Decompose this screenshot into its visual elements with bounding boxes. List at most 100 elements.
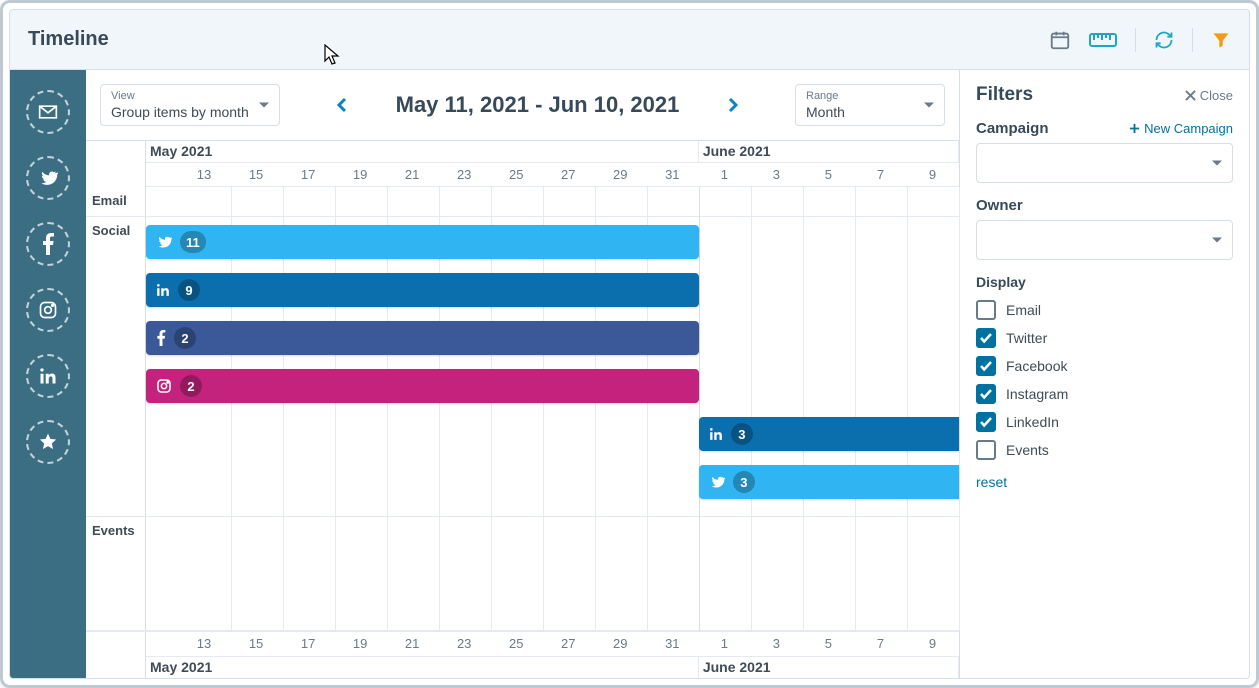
bar-facebook[interactable]: 2 bbox=[146, 321, 699, 355]
day-tick: 3 bbox=[751, 163, 803, 186]
checkbox-label: Twitter bbox=[1006, 330, 1047, 346]
checkbox-label: LinkedIn bbox=[1006, 414, 1059, 430]
day-tick: 17 bbox=[283, 632, 335, 656]
rail-instagram-icon[interactable] bbox=[26, 288, 70, 332]
day-tick: 9 bbox=[907, 163, 959, 186]
day-tick: 9 bbox=[907, 632, 959, 656]
day-tick: 23 bbox=[439, 163, 491, 186]
instagram-icon bbox=[156, 378, 172, 394]
calendar-icon[interactable] bbox=[1049, 29, 1071, 51]
day-tick: 31 bbox=[647, 632, 699, 656]
checkbox-label: Instagram bbox=[1006, 386, 1068, 402]
display-check-instagram[interactable]: Instagram bbox=[976, 380, 1233, 408]
timeline-controls: View Group items by month May 11, 2021 -… bbox=[86, 70, 959, 141]
owner-label: Owner bbox=[976, 197, 1233, 214]
day-tick: 21 bbox=[387, 163, 439, 186]
chevron-down-icon bbox=[1212, 238, 1222, 243]
bar-instagram[interactable]: 2 bbox=[146, 369, 699, 403]
chevron-down-icon bbox=[1212, 161, 1222, 166]
month-footer: May 2021 bbox=[146, 657, 699, 678]
next-arrow[interactable] bbox=[719, 89, 747, 121]
timeline-grid: May 2021 June 2021 131517192123252729311… bbox=[86, 141, 959, 678]
day-tick: 7 bbox=[855, 632, 907, 656]
rail-email-icon[interactable] bbox=[26, 90, 70, 134]
day-tick: 27 bbox=[543, 163, 595, 186]
channel-rail bbox=[10, 70, 86, 678]
day-tick: 5 bbox=[803, 632, 855, 656]
close-icon bbox=[1185, 90, 1196, 101]
day-tick: 25 bbox=[491, 163, 543, 186]
day-tick: 23 bbox=[439, 632, 491, 656]
filters-title: Filters bbox=[976, 84, 1033, 106]
campaign-label: Campaign bbox=[976, 120, 1049, 137]
campaign-select[interactable] bbox=[976, 143, 1233, 183]
rail-twitter-icon[interactable] bbox=[26, 156, 70, 200]
rail-star-icon[interactable] bbox=[26, 420, 70, 464]
checkbox-label: Events bbox=[1006, 442, 1049, 458]
day-tick: 13 bbox=[179, 163, 231, 186]
row-label-email: Email bbox=[86, 187, 146, 216]
checkbox-label: Email bbox=[1006, 302, 1041, 318]
bar-linkedin[interactable]: 3 bbox=[699, 417, 959, 451]
reset-link[interactable]: reset bbox=[976, 474, 1233, 490]
day-tick: 13 bbox=[179, 632, 231, 656]
new-campaign-link[interactable]: New Campaign bbox=[1129, 121, 1233, 136]
checkbox-icon bbox=[976, 300, 996, 320]
day-tick: 25 bbox=[491, 632, 543, 656]
bar-linkedin[interactable]: 9 bbox=[146, 273, 699, 307]
day-tick: 7 bbox=[855, 163, 907, 186]
display-check-facebook[interactable]: Facebook bbox=[976, 352, 1233, 380]
checkbox-icon bbox=[976, 356, 996, 376]
display-check-events[interactable]: Events bbox=[976, 436, 1233, 464]
linkedin-icon bbox=[156, 283, 170, 297]
checkbox-label: Facebook bbox=[1006, 358, 1067, 374]
owner-select[interactable] bbox=[976, 220, 1233, 260]
social-row: 11 9 2 bbox=[146, 217, 959, 516]
day-tick: 15 bbox=[231, 163, 283, 186]
facebook-icon bbox=[156, 330, 166, 346]
checkbox-icon bbox=[976, 384, 996, 404]
display-check-email[interactable]: Email bbox=[976, 296, 1233, 324]
day-tick: 1 bbox=[699, 632, 751, 656]
header: Timeline bbox=[10, 10, 1249, 70]
day-tick: 19 bbox=[335, 163, 387, 186]
checkbox-icon bbox=[976, 440, 996, 460]
row-label-events: Events bbox=[86, 517, 146, 630]
day-tick: 29 bbox=[595, 632, 647, 656]
month-footer: June 2021 bbox=[699, 657, 959, 678]
day-tick: 31 bbox=[647, 163, 699, 186]
day-tick: 21 bbox=[387, 632, 439, 656]
day-tick: 29 bbox=[595, 163, 647, 186]
bar-twitter[interactable]: 11 bbox=[146, 225, 699, 259]
filters-panel: Filters Close Campaign New Campaign bbox=[959, 70, 1249, 678]
rail-facebook-icon[interactable] bbox=[26, 222, 70, 266]
day-tick: 19 bbox=[335, 632, 387, 656]
linkedin-icon bbox=[709, 427, 723, 441]
display-label: Display bbox=[976, 274, 1233, 290]
row-label-social: Social bbox=[86, 217, 146, 516]
ruler-icon[interactable] bbox=[1089, 31, 1117, 49]
display-check-linkedin[interactable]: LinkedIn bbox=[976, 408, 1233, 436]
day-tick: 1 bbox=[699, 163, 751, 186]
close-button[interactable]: Close bbox=[1185, 88, 1233, 103]
month-header: June 2021 bbox=[699, 141, 959, 162]
day-tick: 15 bbox=[231, 632, 283, 656]
refresh-icon[interactable] bbox=[1154, 30, 1174, 50]
plus-icon bbox=[1129, 123, 1140, 134]
bar-twitter[interactable]: 3 bbox=[699, 465, 959, 499]
twitter-icon bbox=[709, 474, 725, 490]
day-tick: 27 bbox=[543, 632, 595, 656]
range-select[interactable]: Range Month bbox=[795, 84, 945, 126]
date-range: May 11, 2021 - Jun 10, 2021 bbox=[396, 92, 680, 118]
day-tick: 5 bbox=[803, 163, 855, 186]
day-tick: 17 bbox=[283, 163, 335, 186]
month-header: May 2021 bbox=[146, 141, 699, 162]
prev-arrow[interactable] bbox=[328, 89, 356, 121]
display-check-twitter[interactable]: Twitter bbox=[976, 324, 1233, 352]
view-select[interactable]: View Group items by month bbox=[100, 84, 280, 126]
page-title: Timeline bbox=[28, 28, 109, 51]
rail-linkedin-icon[interactable] bbox=[26, 354, 70, 398]
filter-icon[interactable] bbox=[1211, 30, 1231, 50]
twitter-icon bbox=[156, 234, 172, 250]
chevron-down-icon bbox=[259, 103, 269, 108]
